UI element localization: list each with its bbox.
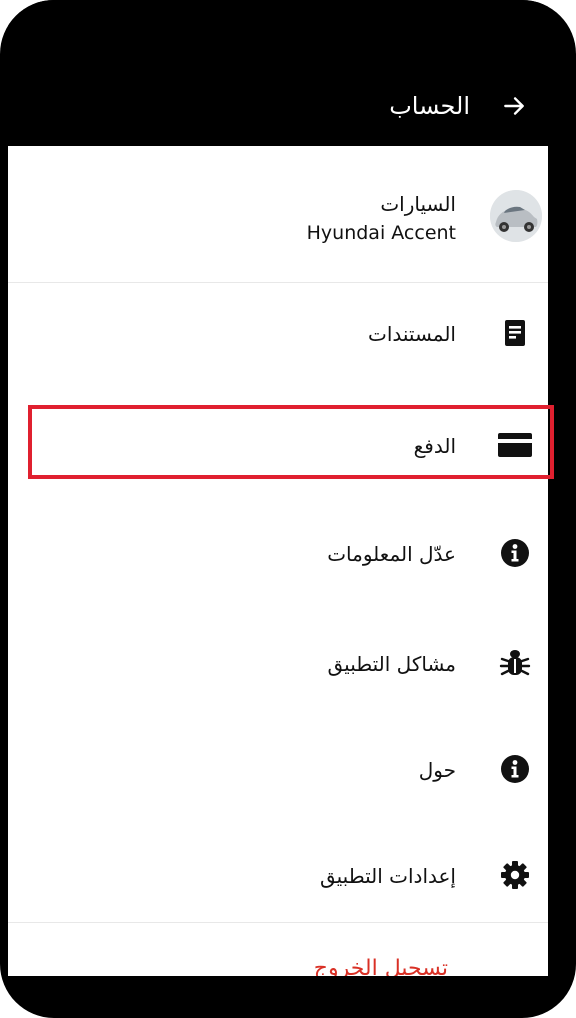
menu-item-documents[interactable]: المستندات	[8, 284, 548, 384]
edit-info-label: عدّل المعلومات	[327, 542, 456, 566]
menu-item-app-settings[interactable]: إعدادات التطبيق	[8, 826, 548, 926]
menu-item-edit-info[interactable]: عدّل المعلومات	[8, 504, 548, 604]
menu-item-about[interactable]: حول	[8, 720, 548, 820]
gear-icon	[496, 856, 534, 894]
back-button[interactable]	[494, 86, 534, 126]
divider	[8, 282, 548, 283]
menu-item-app-problems[interactable]: مشاكل التطبيق	[8, 614, 548, 714]
app-settings-label: إعدادات التطبيق	[319, 864, 456, 888]
documents-label: المستندات	[367, 322, 456, 346]
cars-label: السيارات	[380, 192, 456, 216]
menu-item-payment[interactable]: الدفع	[8, 398, 548, 498]
info-icon	[496, 534, 534, 572]
document-icon	[496, 314, 534, 352]
phone-frame: الحساب السيارات Hyundai Accent المستندات…	[0, 0, 576, 1018]
arrow-right-icon	[504, 97, 524, 115]
logout-button[interactable]: تسجيل الخروج	[314, 956, 448, 976]
account-menu: السيارات Hyundai Accent المستندات الدفع …	[8, 146, 548, 976]
info-icon	[496, 750, 534, 788]
payment-label: الدفع	[413, 434, 456, 458]
car-model: Hyundai Accent	[306, 222, 456, 244]
bug-icon	[496, 644, 534, 682]
credit-card-icon	[496, 426, 534, 464]
app-screen: الحساب السيارات Hyundai Accent المستندات…	[8, 0, 548, 976]
divider	[8, 922, 548, 923]
app-problems-label: مشاكل التطبيق	[327, 652, 456, 676]
about-label: حول	[418, 758, 456, 782]
car-avatar	[490, 190, 542, 242]
page-title: الحساب	[389, 92, 470, 120]
menu-item-cars[interactable]: السيارات Hyundai Accent	[8, 146, 548, 282]
app-bar: الحساب	[8, 68, 548, 146]
